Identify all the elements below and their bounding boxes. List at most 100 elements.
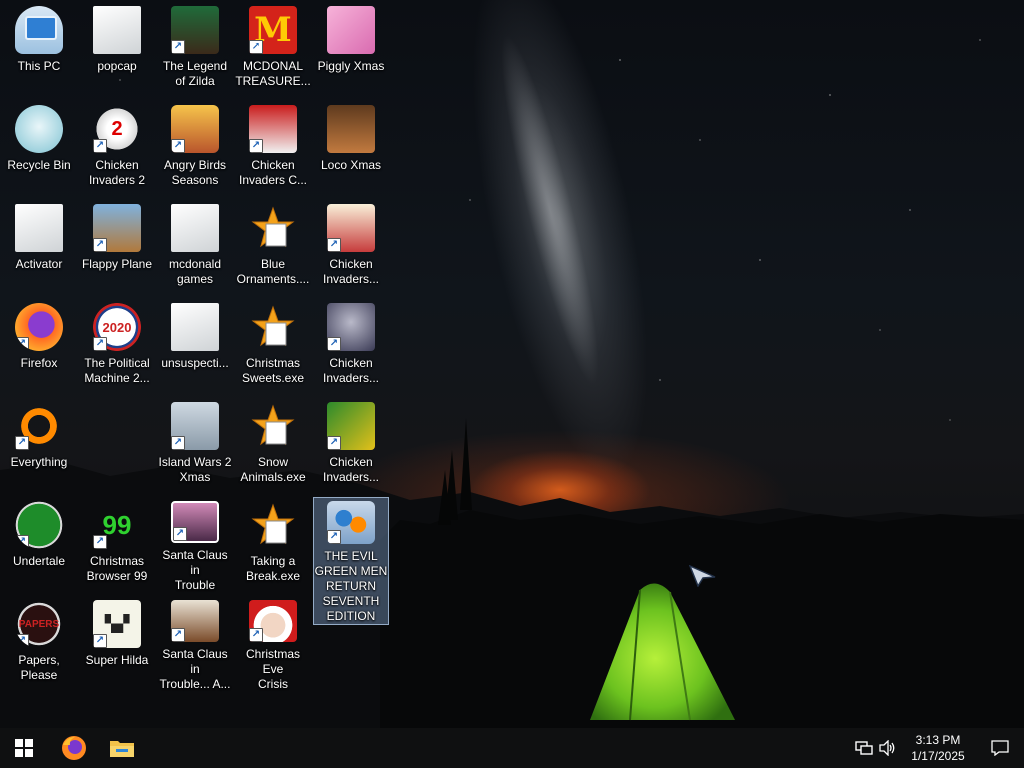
- desktop-icon-label: Firefox: [20, 356, 58, 370]
- this-pc-icon: [15, 6, 63, 54]
- desktop-icon[interactable]: ↗ Flappy Plane: [79, 200, 155, 296]
- desktop-icon[interactable]: ↗ Chicken Invaders...: [313, 200, 389, 296]
- system-tray: 3:13 PM 1/17/2025: [852, 728, 1024, 768]
- shortcut-arrow-icon: ↗: [15, 634, 29, 648]
- desktop-icon-label: Island Wars 2 Xmas: [158, 455, 232, 484]
- folder-icon: [171, 204, 219, 252]
- christmas-tree-icon: 99 ↗: [93, 501, 141, 549]
- folder-icon: [93, 6, 141, 54]
- shortcut-arrow-icon: ↗: [93, 238, 107, 252]
- desktop-icon[interactable]: ↗ Angry Birds Seasons: [157, 101, 233, 197]
- desktop-icon-label: Activator: [15, 257, 63, 271]
- desktop-icon[interactable]: ↗ Firefox: [1, 299, 77, 395]
- desktop-icon-label: Recycle Bin: [7, 158, 71, 172]
- desktop-icon[interactable]: Piggly Xmas: [313, 2, 389, 98]
- desktop-icon[interactable]: ↗ Chicken Invaders...: [313, 299, 389, 395]
- desktop-icon[interactable]: Christmas Sweets.exe: [235, 299, 311, 395]
- desktop-icon[interactable]: ↗ Island Wars 2 Xmas: [157, 398, 233, 494]
- desktop-icon[interactable]: Blue Ornaments....: [235, 200, 311, 296]
- folder-icon: [171, 303, 219, 351]
- shortcut-arrow-icon: ↗: [327, 337, 341, 351]
- notification-center-button[interactable]: [976, 728, 1024, 768]
- shortcut-arrow-icon: ↗: [15, 436, 29, 450]
- shortcut-arrow-icon: ↗: [327, 436, 341, 450]
- desktop-icon-label: Loco Xmas: [320, 158, 382, 172]
- desktop-icon-label: Christmas Sweets.exe: [241, 356, 305, 385]
- desktop-icon[interactable]: ↗ Undertale: [1, 497, 77, 593]
- desktop-icon[interactable]: Taking a Break.exe: [235, 497, 311, 593]
- desktop-icon-label: Angry Birds Seasons: [163, 158, 227, 187]
- desktop-icon-label: unsuspecti...: [161, 356, 229, 370]
- taskbar-file-explorer[interactable]: [98, 728, 146, 768]
- desktop-icon-label: Christmas Eve Crisis: [245, 647, 300, 691]
- desktop-icon[interactable]: This PC: [1, 2, 77, 98]
- desktop-icon-label: Piggly Xmas: [317, 59, 385, 73]
- desktop-icon[interactable]: ↗ The Legend of Zilda: [157, 2, 233, 98]
- desktop-icon-label: Chicken Invaders 2: [88, 158, 146, 187]
- notification-center-icon: [991, 740, 1009, 756]
- desktop-icon-label: Santa Claus in Trouble: [162, 548, 228, 592]
- desktop-icon[interactable]: ▚▞ ↗ Super Hilda: [79, 596, 155, 692]
- desktop-icon[interactable]: ↗ Chicken Invaders C...: [235, 101, 311, 197]
- desktop-icon-label: Christmas Browser 99: [86, 554, 148, 583]
- desktop-icon[interactable]: PAPERS ↗ Papers, Please: [1, 596, 77, 692]
- angry-birds-icon: ↗: [171, 105, 219, 153]
- start-button[interactable]: [0, 728, 48, 768]
- star-exe-icon: [249, 501, 297, 549]
- desktop-icon-label: popcap: [97, 59, 137, 73]
- desktop-icon[interactable]: ↗ Chicken Invaders...: [313, 398, 389, 494]
- desktop-icon-label: Snow Animals.exe: [240, 455, 306, 484]
- shortcut-arrow-icon: ↗: [327, 530, 341, 544]
- desktop-icon[interactable]: 2020 ↗ The Political Machine 2...: [79, 299, 155, 395]
- volume-button[interactable]: [876, 728, 900, 768]
- flappy-plane-icon: ↗: [93, 204, 141, 252]
- papers-please-icon: PAPERS ↗: [15, 600, 63, 648]
- desktop-icon[interactable]: ↗ Santa Claus in Trouble... A...: [157, 596, 233, 692]
- zilda-game-icon: ↗: [171, 6, 219, 54]
- desktop-icon[interactable]: mcdonald games: [157, 200, 233, 296]
- desktop-icon[interactable]: 2 ↗ Chicken Invaders 2: [79, 101, 155, 197]
- clock-date: 1/17/2025: [911, 749, 965, 763]
- taskbar-firefox[interactable]: [50, 728, 98, 768]
- political-machine-icon: 2020 ↗: [93, 303, 141, 351]
- desktop-icon[interactable]: unsuspecti...: [157, 299, 233, 395]
- desktop-icon[interactable]: ↗ THE EVIL GREEN MEN RETURN SEVENTH EDITI…: [313, 497, 389, 625]
- desktop-icon[interactable]: Snow Animals.exe: [235, 398, 311, 494]
- desktop-icon-label: This PC: [17, 59, 61, 73]
- desktop-icon[interactable]: Activator: [1, 200, 77, 296]
- desktop-icon-label: Blue Ornaments....: [236, 257, 310, 286]
- desktop-icon-label: mcdonald games: [168, 257, 222, 286]
- shortcut-arrow-icon: ↗: [327, 238, 341, 252]
- shortcut-arrow-icon: ↗: [171, 40, 185, 54]
- desktop-icon-label: THE EVIL GREEN MEN RETURN SEVENTH EDITIO…: [314, 549, 388, 623]
- mouse-cursor: [689, 565, 716, 587]
- shortcut-arrow-icon: ↗: [15, 337, 29, 351]
- shortcut-arrow-icon: ↗: [171, 628, 185, 642]
- desktop-icon-label: Undertale: [12, 554, 66, 568]
- shortcut-arrow-icon: ↗: [93, 634, 107, 648]
- desktop-icon-label: Flappy Plane: [81, 257, 153, 271]
- chicken-invaders-icon: ↗: [327, 204, 375, 252]
- network-button[interactable]: [852, 728, 876, 768]
- shortcut-arrow-icon: ↗: [93, 139, 107, 153]
- chicken-invaders-christmas-icon: ↗: [249, 105, 297, 153]
- desktop-icon[interactable]: Loco Xmas: [313, 101, 389, 197]
- shortcut-arrow-icon: ↗: [15, 535, 29, 549]
- evil-green-men-icon: ↗: [327, 501, 375, 544]
- firefox-icon: [62, 736, 86, 760]
- desktop-icon[interactable]: ↗ Christmas Eve Crisis: [235, 596, 311, 692]
- undertale-icon: ↗: [15, 501, 63, 549]
- desktop-icon[interactable]: M ↗ MCDONAL TREASURE...: [235, 2, 311, 98]
- desktop-icon-label: The Legend of Zilda: [162, 59, 228, 88]
- clock[interactable]: 3:13 PM 1/17/2025: [900, 732, 976, 764]
- shortcut-arrow-icon: ↗: [249, 139, 263, 153]
- desktop-icon[interactable]: ↗ Santa Claus in Trouble: [157, 497, 233, 593]
- desktop-icon[interactable]: popcap: [79, 2, 155, 98]
- file-explorer-icon: [110, 741, 134, 757]
- desktop-icon[interactable]: ↗ Everything: [1, 398, 77, 494]
- desktop-icon-label: Chicken Invaders...: [322, 455, 380, 484]
- star-exe-icon: [249, 204, 297, 252]
- desktop-icon[interactable]: Recycle Bin: [1, 101, 77, 197]
- volume-icon: [879, 740, 895, 756]
- desktop-icon[interactable]: 99 ↗ Christmas Browser 99: [79, 497, 155, 593]
